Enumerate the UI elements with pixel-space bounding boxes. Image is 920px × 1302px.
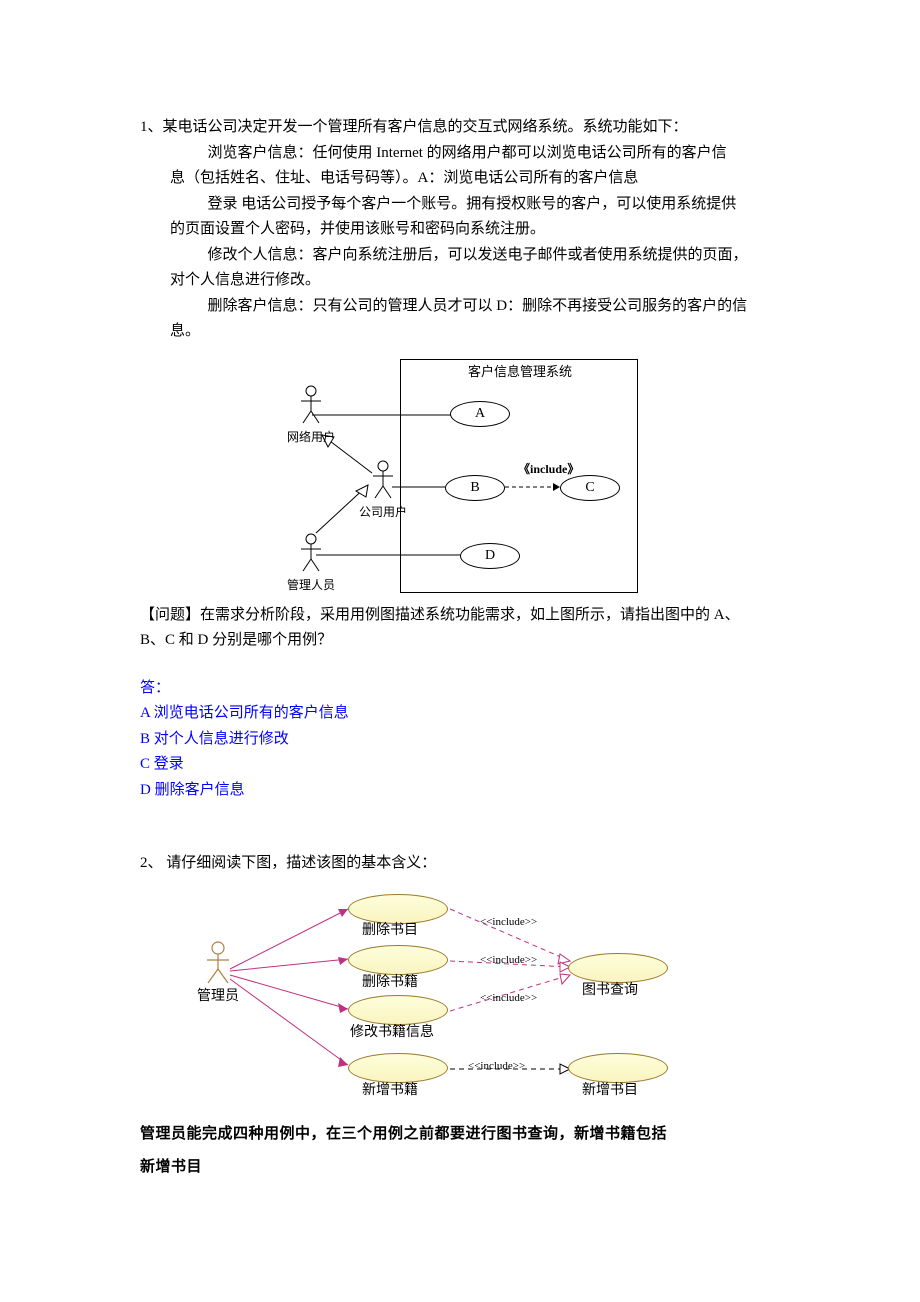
system-title: 客户信息管理系统: [420, 361, 620, 383]
q2-conclusion-l2: 新增书目: [140, 1154, 780, 1180]
answer-b: B 对个人信息进行修改: [140, 727, 780, 753]
q1-p2b: 的页面设置个人密码，并使用该账号和密码向系统注册。: [170, 217, 780, 243]
actor-admin2: 管理员: [188, 941, 248, 1009]
include-label: 《include》: [518, 459, 579, 479]
actor-company-user-label: 公司用户: [358, 502, 408, 522]
use-case-diagram-1: 客户信息管理系统: [280, 355, 640, 595]
actor-icon: [299, 533, 323, 573]
include-label-3: <<include>>: [480, 989, 537, 1008]
actor-icon: [204, 941, 232, 985]
uc-add-book-label: 新增书籍: [362, 1079, 418, 1103]
include-label-4: <<include>>: [468, 1057, 525, 1076]
q1-p4: 删除客户信息：只有公司的管理人员才可以 D：删除不再接受公司服务的客户的信: [170, 294, 780, 320]
actor-admin-label: 管理人员: [286, 575, 336, 595]
include-label-2: <<include>>: [480, 951, 537, 970]
q1-p1b: 息（包括姓名、住址、电话号码等）。A：浏览电话公司所有的客户信息: [170, 166, 780, 192]
q2: 2、 请仔细阅读下图，描述该图的基本含义：: [140, 851, 780, 1180]
answer-d: D 删除客户信息: [140, 778, 780, 804]
uc-modify-book-label: 修改书籍信息: [350, 1021, 434, 1045]
q1-question-l1: 【问题】在需求分析阶段，采用用例图描述系统功能需求，如上图所示，请指出图中的 A…: [140, 603, 780, 629]
q1-p3b: 对个人信息进行修改。: [170, 268, 780, 294]
uc-delete-category-label: 删除书目: [362, 919, 418, 943]
actor-company-user: 公司用户: [358, 460, 408, 522]
uc-delete-book-label: 删除书籍: [362, 971, 418, 995]
q1-p4b: 息。: [170, 319, 780, 345]
answer-label: 答：: [140, 676, 780, 702]
actor-admin2-label: 管理员: [188, 985, 248, 1009]
include-label-1: <<include>>: [480, 913, 537, 932]
q1-p2: 登录 电话公司授予每个客户一个账号。拥有授权账号的客户，可以使用系统提供: [170, 192, 780, 218]
actor-network-user-label: 网络用户: [286, 427, 336, 447]
answer-c: C 登录: [140, 752, 780, 778]
actor-admin: 管理人员: [286, 533, 336, 595]
q1: 1、某电话公司决定开发一个管理所有客户信息的交互式网络系统。系统功能如下： 浏览…: [140, 115, 780, 803]
use-case-diagram-2: 管理员 删除书目 删除书籍 修改书籍信息 新增书籍 图书查询 新增书目 <<in…: [190, 889, 690, 1109]
use-case-a: A: [450, 401, 510, 427]
q1-p1: 浏览客户信息：任何使用 Internet 的网络用户都可以浏览电话公司所有的客户…: [170, 141, 780, 167]
q2-prefix: 2、 请仔细阅读下图，描述该图的基本含义：: [140, 851, 780, 877]
uc-add-category-label: 新增书目: [582, 1079, 638, 1103]
use-case-d: D: [460, 543, 520, 569]
q1-question-l2: B、C 和 D 分别是哪个用例？: [140, 628, 780, 654]
answer-a: A 浏览电话公司所有的客户信息: [140, 701, 780, 727]
use-case-b: B: [445, 475, 505, 501]
q1-prefix: 1、某电话公司决定开发一个管理所有客户信息的交互式网络系统。系统功能如下：: [140, 115, 780, 141]
q1-p3: 修改个人信息：客户向系统注册后，可以发送电子邮件或者使用系统提供的页面，: [170, 243, 780, 269]
q2-conclusion-l1: 管理员能完成四种用例中，在三个用例之前都要进行图书查询，新增书籍包括: [140, 1121, 780, 1147]
actor-icon: [299, 385, 323, 425]
uc-query-book-label: 图书查询: [582, 979, 638, 1003]
actor-network-user: 网络用户: [286, 385, 336, 447]
actor-icon: [371, 460, 395, 500]
